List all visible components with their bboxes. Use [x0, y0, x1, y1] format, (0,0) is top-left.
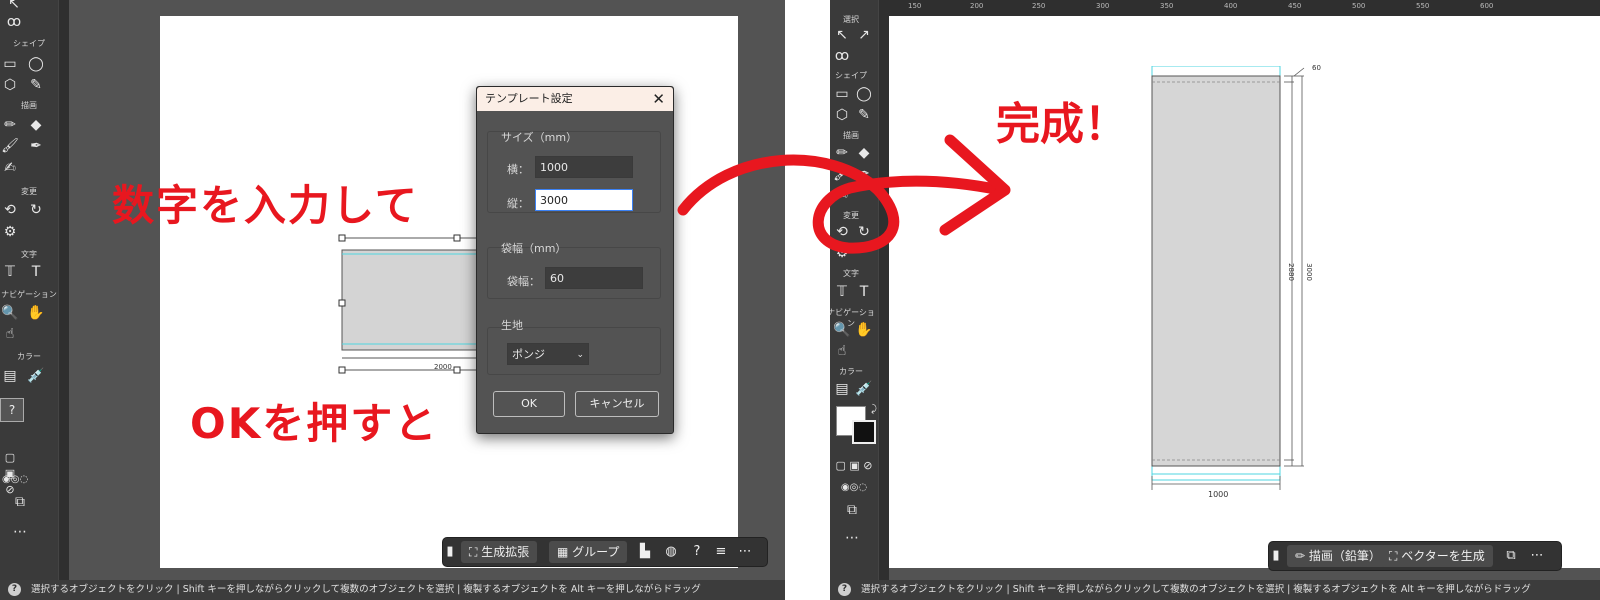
annotation-arrow	[677, 134, 1011, 254]
